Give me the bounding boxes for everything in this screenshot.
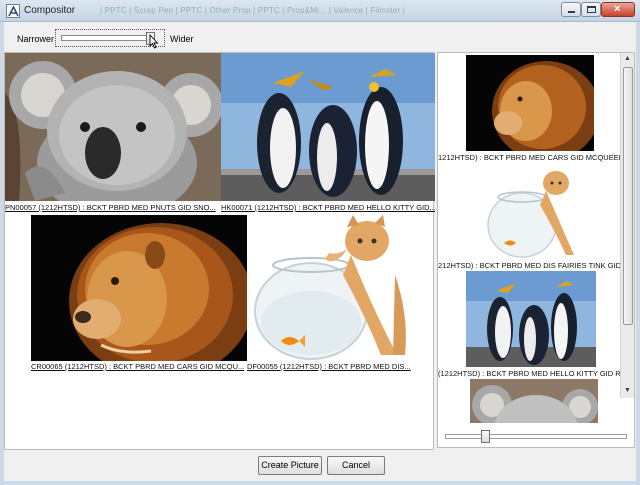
- maximize-icon: [587, 6, 596, 13]
- minimize-icon: [568, 11, 575, 13]
- scroll-down-icon[interactable]: ▼: [624, 387, 631, 394]
- title-bar[interactable]: Compositor | PPTC | Scrap Pen | PPTC | O…: [0, 0, 640, 22]
- image-tile[interactable]: PN00057 (1212HTSD) : BCKT PBRD MED PNUTS…: [5, 53, 221, 215]
- image-tile[interactable]: DF00055 (1212HTSD) : BCKT PBRD MED DIS..…: [247, 215, 411, 371]
- thumbnail-item[interactable]: [438, 379, 620, 429]
- tile-caption[interactable]: HK00071 (1212HTSD) : BCKT PBRD MED HELLO…: [221, 203, 435, 212]
- wider-label: Wider: [170, 34, 194, 44]
- thumbnail-list[interactable]: 1212HTSD) : BCKT PBRD MED CARS GID MCQUE…: [437, 52, 635, 448]
- vertical-scroll-thumb[interactable]: [623, 67, 633, 325]
- close-button[interactable]: ×: [601, 2, 635, 17]
- window-title: Compositor: [24, 5, 76, 16]
- tile-caption[interactable]: CR00065 (1212HTSD) : BCKT PBRD MED CARS …: [31, 362, 247, 371]
- tile-caption[interactable]: DF00055 (1212HTSD) : BCKT PBRD MED DIS..…: [247, 362, 411, 371]
- vertical-scrollbar[interactable]: ▲ ▼: [620, 53, 634, 398]
- create-picture-button[interactable]: Create Picture: [258, 456, 322, 475]
- close-icon: ×: [614, 3, 621, 15]
- cancel-button[interactable]: Cancel: [327, 456, 385, 475]
- app-icon: [6, 4, 20, 18]
- image-tile[interactable]: CR00065 (1212HTSD) : BCKT PBRD MED CARS …: [31, 215, 247, 371]
- background-menu-text: | PPTC | Scrap Pen | PPTC | Other Prop |…: [100, 6, 406, 15]
- narrower-label: Narrower: [17, 34, 55, 44]
- minimize-button[interactable]: [561, 2, 581, 17]
- kitten-fishbowl-image: [247, 215, 411, 361]
- slider-track[interactable]: [445, 434, 627, 439]
- lion-thumbnail: [466, 55, 594, 151]
- thumbnail-item[interactable]: (1212HTSD) : BCKT PBRD MED HELLO KITTY G…: [438, 271, 620, 379]
- penguins-image: [221, 53, 435, 201]
- mouse-cursor-icon: [149, 34, 159, 49]
- koala-image: [5, 53, 221, 201]
- thumbnail-item[interactable]: 1212HTSD) : BCKT PBRD MED CARS GID MCQUE…: [438, 53, 620, 163]
- dialog-body: Narrower Wider PN00057 (1212HTSD): BCKT…: [4, 22, 636, 481]
- thumbnail-size-slider[interactable]: [445, 430, 627, 444]
- thumbnail-caption: (1212HTSD) : BCKT PBRD MED HELLO KITTY G…: [438, 369, 620, 378]
- composition-canvas[interactable]: PN00057 (1212HTSD) : BCKT PBRD MED PNUTS…: [4, 52, 435, 450]
- tile-caption[interactable]: PN00057 (1212HTSD) : BCKT PBRD MED PNUTS…: [5, 203, 221, 212]
- slider-track[interactable]: [61, 35, 147, 41]
- maximize-button[interactable]: [581, 2, 601, 17]
- scroll-up-icon[interactable]: ▲: [624, 55, 631, 62]
- image-tile[interactable]: HK00071 (1212HTSD) : BCKT PBRD MED HELLO…: [221, 53, 435, 215]
- lion-image: [31, 215, 247, 361]
- thumbnail-caption: 1212HTSD) : BCKT PBRD MED CARS GID MCQUE…: [438, 153, 620, 162]
- thumbnail-caption: 212HTSD) : BCKT PBRD MED DIS FAIRIES TIN…: [438, 261, 620, 270]
- slider-thumb[interactable]: [481, 430, 490, 443]
- thumbnail-item[interactable]: 212HTSD) : BCKT PBRD MED DIS FAIRIES TIN…: [438, 163, 620, 271]
- penguins-thumbnail: [466, 271, 596, 367]
- kitten-fishbowl-thumbnail: [482, 165, 580, 259]
- koala-thumbnail: [470, 379, 598, 423]
